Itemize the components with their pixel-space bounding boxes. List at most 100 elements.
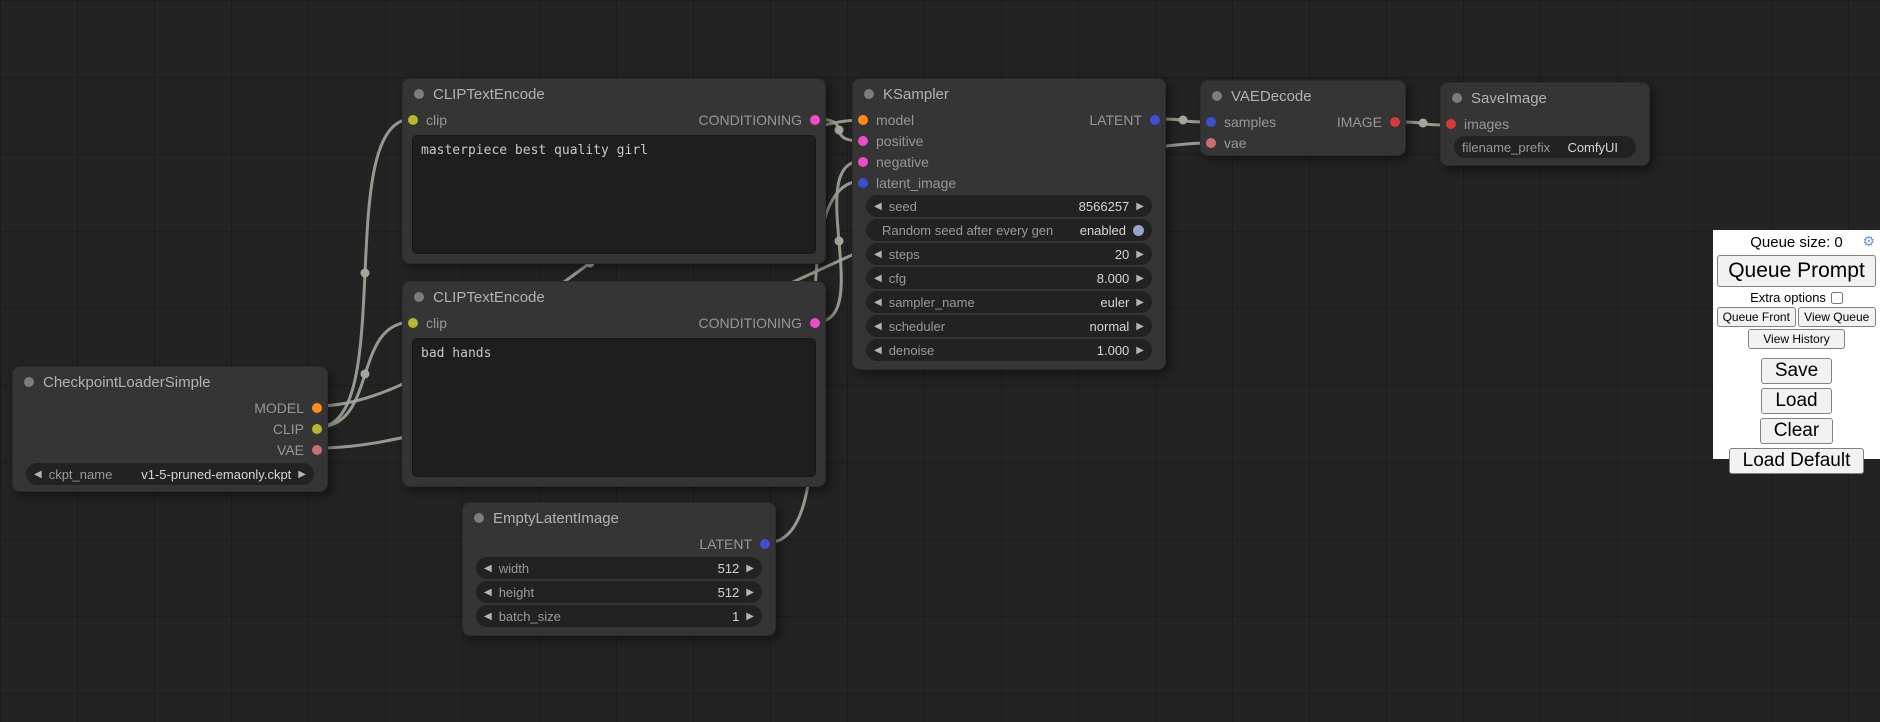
batch-size-widget[interactable]: ◀ batch_size 1 ▶ <box>476 605 762 627</box>
arrow-right-icon[interactable]: ▶ <box>746 563 754 574</box>
node-vae-decode[interactable]: VAEDecode samples IMAGE vae <box>1200 80 1406 156</box>
output-slot-latent[interactable]: LATENT <box>699 536 770 552</box>
collapse-dot-icon[interactable] <box>864 89 874 99</box>
width-widget[interactable]: ◀ width 512 ▶ <box>476 557 762 579</box>
arrow-right-icon[interactable]: ▶ <box>746 587 754 598</box>
arrow-right-icon[interactable]: ▶ <box>1136 249 1144 260</box>
node-clip-text-encode-positive[interactable]: CLIPTextEncode clip CONDITIONING masterp… <box>402 78 826 264</box>
node-title-bar[interactable]: SaveImage <box>1441 83 1649 113</box>
input-slot-negative[interactable]: negative <box>858 154 929 170</box>
filename-prefix-widget[interactable]: filename_prefix ComfyUI <box>1454 136 1636 158</box>
input-slot-samples[interactable]: samples <box>1206 114 1276 130</box>
collapse-dot-icon[interactable] <box>474 513 484 523</box>
latent-slot-dot[interactable] <box>1150 115 1160 125</box>
model-slot-dot[interactable] <box>312 403 322 413</box>
collapse-dot-icon[interactable] <box>414 89 424 99</box>
graph-canvas[interactable]: CheckpointLoaderSimple MODEL CLIP VAE ◀ … <box>0 0 1880 722</box>
conditioning-slot-dot[interactable] <box>858 157 868 167</box>
prompt-textarea[interactable]: bad hands <box>412 338 816 477</box>
input-slot-latent-image[interactable]: latent_image <box>858 175 956 191</box>
node-save-image[interactable]: SaveImage images filename_prefix ComfyUI <box>1440 82 1650 166</box>
scheduler-widget[interactable]: ◀ scheduler normal ▶ <box>866 315 1152 337</box>
collapse-dot-icon[interactable] <box>414 292 424 302</box>
arrow-left-icon[interactable]: ◀ <box>874 273 882 284</box>
arrow-left-icon[interactable]: ◀ <box>34 469 42 480</box>
seed-widget[interactable]: ◀ seed 8566257 ▶ <box>866 195 1152 217</box>
arrow-left-icon[interactable]: ◀ <box>874 201 882 212</box>
output-slot-conditioning[interactable]: CONDITIONING <box>699 112 820 128</box>
vae-slot-dot[interactable] <box>312 445 322 455</box>
conditioning-slot-dot[interactable] <box>810 115 820 125</box>
node-empty-latent-image[interactable]: EmptyLatentImage LATENT ◀ width 512 ▶ ◀ … <box>462 502 776 636</box>
input-slot-model[interactable]: model <box>858 112 914 128</box>
vae-slot-dot[interactable] <box>1206 138 1216 148</box>
clear-button[interactable]: Clear <box>1760 418 1833 444</box>
queue-prompt-button[interactable]: Queue Prompt <box>1717 255 1876 287</box>
node-ksampler[interactable]: KSampler model LATENT positive negative <box>852 78 1166 370</box>
settings-gear-icon[interactable]: ⚙ <box>1862 234 1875 248</box>
node-checkpoint-loader[interactable]: CheckpointLoaderSimple MODEL CLIP VAE ◀ … <box>12 366 328 492</box>
view-history-button[interactable]: View History <box>1748 329 1844 349</box>
prompt-textarea[interactable]: masterpiece best quality girl <box>412 135 816 254</box>
arrow-left-icon[interactable]: ◀ <box>484 587 492 598</box>
denoise-widget[interactable]: ◀ denoise 1.000 ▶ <box>866 339 1152 361</box>
clip-slot-dot[interactable] <box>408 115 418 125</box>
load-default-button[interactable]: Load Default <box>1729 448 1865 474</box>
latent-slot-dot[interactable] <box>1206 117 1216 127</box>
arrow-left-icon[interactable]: ◀ <box>874 345 882 356</box>
conditioning-slot-dot[interactable] <box>810 318 820 328</box>
output-slot-conditioning[interactable]: CONDITIONING <box>699 315 820 331</box>
latent-slot-dot[interactable] <box>760 539 770 549</box>
arrow-right-icon[interactable]: ▶ <box>1136 273 1144 284</box>
load-button[interactable]: Load <box>1761 388 1831 414</box>
queue-front-button[interactable]: Queue Front <box>1717 307 1796 327</box>
arrow-left-icon[interactable]: ◀ <box>484 611 492 622</box>
extra-options-checkbox[interactable] <box>1831 292 1843 304</box>
ckpt-name-widget[interactable]: ◀ ckpt_name v1-5-pruned-emaonly.ckpt ▶ <box>26 463 314 485</box>
model-slot-dot[interactable] <box>858 115 868 125</box>
height-widget[interactable]: ◀ height 512 ▶ <box>476 581 762 603</box>
arrow-right-icon[interactable]: ▶ <box>746 611 754 622</box>
save-button[interactable]: Save <box>1761 358 1832 384</box>
toggle-on-dot-icon[interactable] <box>1133 225 1144 236</box>
conditioning-slot-dot[interactable] <box>858 136 868 146</box>
node-title-bar[interactable]: VAEDecode <box>1201 81 1405 111</box>
input-slot-positive[interactable]: positive <box>858 133 923 149</box>
node-clip-text-encode-negative[interactable]: CLIPTextEncode clip CONDITIONING bad han… <box>402 281 826 487</box>
output-slot-latent[interactable]: LATENT <box>1089 112 1160 128</box>
node-title-bar[interactable]: CheckpointLoaderSimple <box>13 367 327 397</box>
node-title-bar[interactable]: EmptyLatentImage <box>463 503 775 533</box>
input-slot-clip[interactable]: clip <box>408 112 447 128</box>
latent-slot-dot[interactable] <box>858 178 868 188</box>
arrow-left-icon[interactable]: ◀ <box>874 297 882 308</box>
arrow-right-icon[interactable]: ▶ <box>298 469 306 480</box>
arrow-left-icon[interactable]: ◀ <box>874 249 882 260</box>
node-title-bar[interactable]: CLIPTextEncode <box>403 282 825 312</box>
arrow-right-icon[interactable]: ▶ <box>1136 201 1144 212</box>
view-queue-button[interactable]: View Queue <box>1798 307 1877 327</box>
arrow-left-icon[interactable]: ◀ <box>874 321 882 332</box>
output-slot-clip[interactable]: CLIP <box>273 421 322 437</box>
image-slot-dot[interactable] <box>1390 117 1400 127</box>
arrow-right-icon[interactable]: ▶ <box>1136 297 1144 308</box>
cfg-widget[interactable]: ◀ cfg 8.000 ▶ <box>866 267 1152 289</box>
clip-slot-dot[interactable] <box>408 318 418 328</box>
node-title-bar[interactable]: KSampler <box>853 79 1165 109</box>
output-slot-image[interactable]: IMAGE <box>1337 114 1400 130</box>
steps-widget[interactable]: ◀ steps 20 ▶ <box>866 243 1152 265</box>
output-slot-vae[interactable]: VAE <box>277 442 322 458</box>
arrow-right-icon[interactable]: ▶ <box>1136 345 1144 356</box>
clip-slot-dot[interactable] <box>312 424 322 434</box>
node-title-bar[interactable]: CLIPTextEncode <box>403 79 825 109</box>
output-slot-model[interactable]: MODEL <box>254 400 322 416</box>
arrow-right-icon[interactable]: ▶ <box>1136 321 1144 332</box>
input-slot-images[interactable]: images <box>1446 116 1509 132</box>
image-slot-dot[interactable] <box>1446 119 1456 129</box>
sampler-name-widget[interactable]: ◀ sampler_name euler ▶ <box>866 291 1152 313</box>
input-slot-vae[interactable]: vae <box>1206 135 1247 151</box>
collapse-dot-icon[interactable] <box>1212 91 1222 101</box>
input-slot-clip[interactable]: clip <box>408 315 447 331</box>
collapse-dot-icon[interactable] <box>24 377 34 387</box>
random-seed-toggle-widget[interactable]: Random seed after every gen enabled <box>866 219 1152 241</box>
arrow-left-icon[interactable]: ◀ <box>484 563 492 574</box>
